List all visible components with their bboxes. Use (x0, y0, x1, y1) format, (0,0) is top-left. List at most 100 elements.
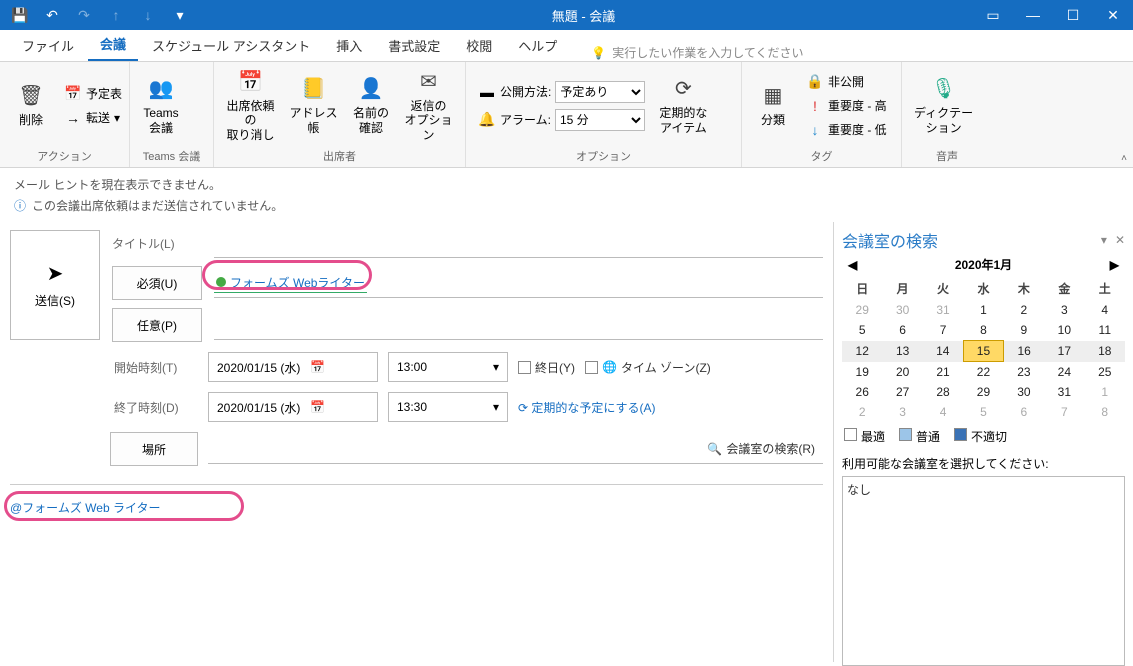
cal-day[interactable]: 21 (923, 362, 963, 383)
cal-day[interactable]: 12 (842, 341, 882, 362)
calendar-picker-icon[interactable]: 📅 (310, 400, 325, 414)
start-date-input[interactable]: 2020/01/15 (水)📅 (208, 352, 378, 382)
cal-day[interactable]: 2 (1004, 300, 1044, 320)
high-importance-button[interactable]: !重要度 - 高 (802, 95, 891, 117)
location-input[interactable]: 🔍会議室の検索(R) (208, 434, 823, 464)
required-button[interactable]: 必須(U) (112, 266, 202, 300)
show-as-select[interactable]: 予定あり (555, 81, 645, 103)
categorize-button[interactable]: ▦分類 (750, 66, 796, 145)
pane-options-icon[interactable]: ▾ (1093, 233, 1115, 247)
cal-day[interactable]: 27 (882, 382, 922, 402)
pane-close-icon[interactable]: ✕ (1115, 233, 1125, 247)
cal-day[interactable]: 5 (963, 402, 1003, 422)
low-importance-button[interactable]: ↓重要度 - 低 (802, 119, 891, 141)
cal-day[interactable]: 26 (842, 382, 882, 402)
tab-insert[interactable]: 挿入 (324, 30, 374, 61)
cal-day[interactable]: 25 (1085, 362, 1125, 383)
optional-field[interactable] (214, 310, 823, 340)
tab-file[interactable]: ファイル (10, 30, 86, 61)
cal-day[interactable]: 3 (882, 402, 922, 422)
cal-day[interactable]: 24 (1044, 362, 1084, 383)
tell-me[interactable]: 💡実行したい作業を入力してください (571, 44, 803, 61)
send-button[interactable]: ➤送信(S) (10, 230, 100, 340)
cal-day[interactable]: 7 (1044, 402, 1084, 422)
make-recurring-link[interactable]: ⟳ 定期的な予定にする(A) (518, 399, 656, 416)
mini-calendar[interactable]: 日月火水木金土 29303112345678910111213141516171… (842, 277, 1125, 422)
forward-button[interactable]: →転送 ▾ (60, 107, 126, 129)
cal-day[interactable]: 23 (1004, 362, 1044, 383)
cal-day[interactable]: 10 (1044, 320, 1084, 341)
allday-checkbox[interactable]: 終日(Y) (518, 359, 575, 376)
location-button[interactable]: 場所 (110, 432, 198, 466)
required-field[interactable]: フォームズ Webライター (214, 268, 823, 298)
tab-schedule[interactable]: スケジュール アシスタント (140, 30, 322, 61)
cal-day[interactable]: 7 (923, 320, 963, 341)
cal-day[interactable]: 30 (1004, 382, 1044, 402)
cal-day[interactable]: 14 (923, 341, 963, 362)
maximize-icon[interactable]: ☐ (1053, 1, 1093, 29)
collapse-ribbon-icon[interactable]: ˄ (1121, 153, 1127, 164)
close-icon[interactable]: ✕ (1093, 1, 1133, 29)
cal-day[interactable]: 9 (1004, 320, 1044, 341)
cal-day[interactable]: 4 (1085, 300, 1125, 320)
save-icon[interactable]: 💾 (6, 1, 34, 29)
cal-day[interactable]: 1 (1085, 382, 1125, 402)
end-date-input[interactable]: 2020/01/15 (水)📅 (208, 392, 378, 422)
ribbon-options-icon[interactable]: ▭ (973, 1, 1013, 29)
teams-meeting-button[interactable]: 👥Teams 会議 (138, 66, 184, 145)
cal-day[interactable]: 6 (882, 320, 922, 341)
cal-day[interactable]: 5 (842, 320, 882, 341)
tab-meeting[interactable]: 会議 (88, 28, 138, 61)
calendar-button[interactable]: 📅予定表 (60, 83, 126, 105)
end-time-input[interactable]: 13:30▾ (388, 392, 508, 422)
room-list[interactable]: なし (842, 476, 1125, 666)
cal-day[interactable]: 22 (963, 362, 1003, 383)
tab-format[interactable]: 書式設定 (376, 30, 452, 61)
cal-day[interactable]: 8 (1085, 402, 1125, 422)
title-input[interactable] (214, 228, 823, 258)
reminder-select[interactable]: 15 分 (555, 109, 645, 131)
cal-day[interactable]: 6 (1004, 402, 1044, 422)
cal-day[interactable]: 2 (842, 402, 882, 422)
cal-day[interactable]: 18 (1085, 341, 1125, 362)
cal-day[interactable]: 31 (923, 300, 963, 320)
mention[interactable]: @フォームズ Web ライター (10, 501, 160, 515)
message-body[interactable]: @フォームズ Web ライター (10, 484, 823, 516)
response-options-button[interactable]: ✉返信の オプション (400, 66, 457, 145)
dictate-button[interactable]: 🎙ディクテー ション (910, 66, 977, 145)
optional-button[interactable]: 任意(P) (112, 308, 202, 342)
cal-day[interactable]: 20 (882, 362, 922, 383)
tab-review[interactable]: 校閲 (454, 30, 504, 61)
undo-icon[interactable]: ↶ (38, 1, 66, 29)
calendar-picker-icon[interactable]: 📅 (310, 360, 325, 374)
recurrence-button[interactable]: ⟳定期的な アイテム (655, 66, 711, 145)
room-search-link[interactable]: 🔍会議室の検索(R) (707, 440, 815, 457)
cal-day[interactable]: 29 (842, 300, 882, 320)
cal-day[interactable]: 29 (963, 382, 1003, 402)
cal-day[interactable]: 8 (963, 320, 1003, 341)
cal-day[interactable]: 15 (963, 341, 1003, 362)
cal-day[interactable]: 16 (1004, 341, 1044, 362)
cal-day[interactable]: 19 (842, 362, 882, 383)
cancel-invite-button[interactable]: 📅出席依頼の 取り消し (222, 66, 279, 145)
cal-day[interactable]: 11 (1085, 320, 1125, 341)
check-names-button[interactable]: 👤名前の 確認 (348, 66, 394, 145)
cal-day[interactable]: 4 (923, 402, 963, 422)
cal-day[interactable]: 28 (923, 382, 963, 402)
delete-button[interactable]: 🗑削除 (8, 66, 54, 145)
minimize-icon[interactable]: ― (1013, 1, 1053, 29)
attendee-chip[interactable]: フォームズ Webライター (214, 273, 367, 293)
cal-day[interactable]: 3 (1044, 300, 1084, 320)
cal-day[interactable]: 31 (1044, 382, 1084, 402)
private-button[interactable]: 🔒非公開 (802, 71, 891, 93)
next-month-icon[interactable]: ▶ (1110, 258, 1119, 272)
prev-month-icon[interactable]: ◀ (848, 258, 857, 272)
timezone-checkbox[interactable]: 🌐タイム ゾーン(Z) (585, 359, 711, 376)
cal-day[interactable]: 1 (963, 300, 1003, 320)
start-time-input[interactable]: 13:00▾ (388, 352, 508, 382)
cal-day[interactable]: 17 (1044, 341, 1084, 362)
tab-help[interactable]: ヘルプ (506, 30, 569, 61)
cal-day[interactable]: 13 (882, 341, 922, 362)
qat-more-icon[interactable]: ▾ (166, 1, 194, 29)
cal-day[interactable]: 30 (882, 300, 922, 320)
